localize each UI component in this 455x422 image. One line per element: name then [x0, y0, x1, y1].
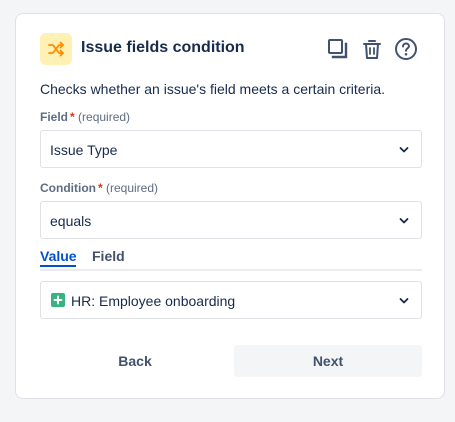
field-select[interactable]: Issue Type [40, 130, 422, 168]
help-icon [395, 38, 417, 60]
description-text: Checks whether an issue's field meets a … [40, 81, 386, 97]
condition-card: Issue fields condition Checks whether an… [15, 13, 445, 399]
help-button[interactable] [392, 35, 420, 63]
condition-label-text: Condition [40, 181, 96, 195]
tab-field[interactable]: Field [92, 248, 125, 264]
next-button[interactable]: Next [234, 345, 422, 377]
card-title: Issue fields condition [81, 39, 245, 56]
field-label: Field * (required) [40, 110, 130, 124]
condition-select-value: equals [50, 213, 92, 229]
chevron-down-icon [399, 147, 409, 153]
field-select-value: Issue Type [50, 142, 118, 158]
back-button[interactable]: Back [40, 345, 230, 377]
branch-shuffle-icon [40, 33, 72, 65]
value-tabs: Value Field [40, 247, 422, 271]
tab-field-label: Field [92, 248, 125, 264]
active-tab-underline [40, 265, 76, 267]
tab-value[interactable]: Value [40, 248, 77, 267]
condition-select[interactable]: equals [40, 201, 422, 239]
required-mark: * [97, 181, 103, 195]
delete-button[interactable] [358, 35, 386, 63]
trash-icon [363, 40, 381, 59]
plus-square-icon [51, 293, 65, 307]
condition-label: Condition * (required) [40, 181, 158, 195]
card-header: Issue fields condition [40, 32, 420, 66]
value-select[interactable]: HR: Employee onboarding [40, 281, 422, 319]
field-label-text: Field [40, 110, 69, 124]
header-actions [324, 35, 420, 63]
copy-button[interactable] [324, 35, 352, 63]
required-mark: * [70, 110, 75, 124]
required-text: (required) [106, 181, 159, 195]
tab-value-label: Value [40, 248, 77, 264]
required-text: (required) [78, 110, 131, 124]
copy-icon [328, 39, 348, 59]
chevron-down-icon [399, 298, 409, 304]
chevron-down-icon [399, 218, 409, 224]
value-select-value: HR: Employee onboarding [71, 293, 236, 309]
